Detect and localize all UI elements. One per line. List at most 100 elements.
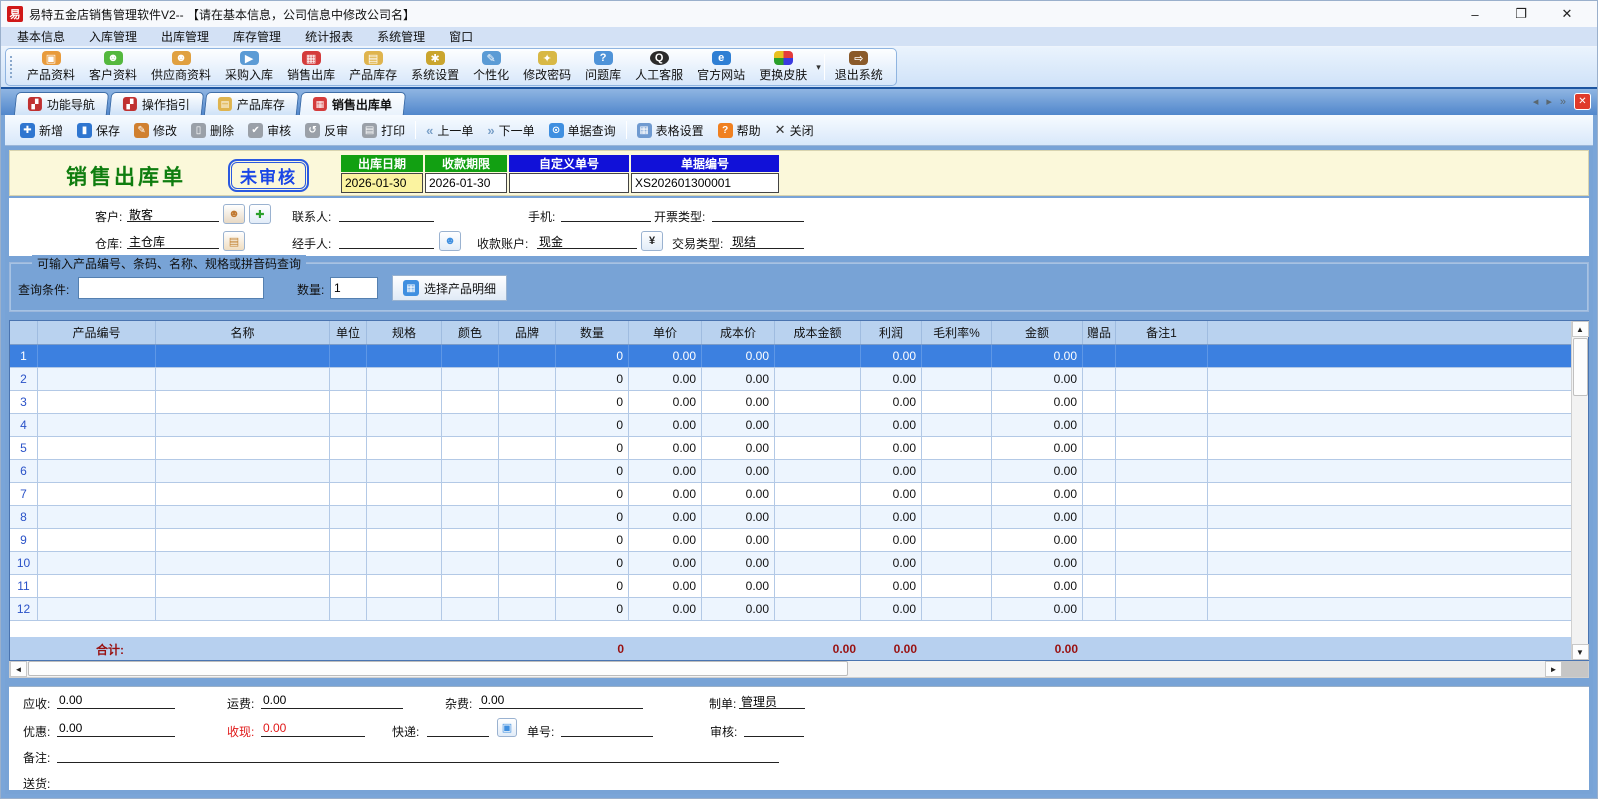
cell-filler[interactable] [1208, 345, 1571, 367]
cell-name[interactable] [156, 506, 330, 528]
cell-color[interactable] [442, 345, 499, 367]
cell-brand[interactable] [499, 598, 556, 620]
cell-unit[interactable] [330, 437, 367, 459]
add-button[interactable]: ✚ 新增 [13, 119, 70, 142]
cell-name[interactable] [156, 552, 330, 574]
table-row[interactable]: 5 0 0.00 0.00 0.00 0.00 [10, 437, 1571, 460]
search-doc-button[interactable]: ⊙ 单据查询 [542, 119, 623, 142]
cell-price[interactable]: 0.00 [629, 368, 702, 390]
cell-no[interactable]: 6 [10, 460, 38, 482]
cell-qty[interactable]: 0 [556, 437, 629, 459]
password-key-button[interactable]: ✦ 修改密码 [516, 50, 578, 84]
cell-margin[interactable] [922, 506, 992, 528]
close-doc-button[interactable]: ✕ 关闭 [768, 119, 821, 142]
cell-amount[interactable]: 0.00 [992, 368, 1083, 390]
column-header-amount[interactable]: 金额 [992, 321, 1083, 344]
tab-销售出库单[interactable]: ▦ 销售出库单 [298, 92, 407, 115]
cell-margin[interactable] [922, 437, 992, 459]
doc-header-value[interactable]: 2026-01-30 [341, 173, 423, 193]
cell-costamt[interactable] [775, 575, 861, 597]
column-header-profit[interactable]: 利润 [861, 321, 922, 344]
cell-cost[interactable]: 0.00 [702, 460, 775, 482]
warehouse-field[interactable]: 主仓库 [127, 233, 219, 249]
cell-costamt[interactable] [775, 598, 861, 620]
horizontal-scroll-track[interactable] [27, 661, 1545, 677]
cell-spec[interactable] [367, 391, 442, 413]
tracking-number-field[interactable] [561, 721, 653, 737]
tab-scroll-right-icon[interactable]: ▸ [1546, 95, 1552, 108]
cell-costamt[interactable] [775, 437, 861, 459]
cell-price[interactable]: 0.00 [629, 552, 702, 574]
express-picker-icon[interactable]: ▣ [497, 718, 517, 737]
cell-brand[interactable] [499, 483, 556, 505]
cell-cost[interactable]: 0.00 [702, 575, 775, 597]
cell-qty[interactable]: 0 [556, 345, 629, 367]
cell-price[interactable]: 0.00 [629, 414, 702, 436]
cell-qty[interactable]: 0 [556, 575, 629, 597]
next-doc-button[interactable]: » 下一单 [480, 119, 541, 142]
cell-note1[interactable] [1116, 345, 1208, 367]
cell-qty[interactable]: 0 [556, 391, 629, 413]
edit-button[interactable]: ✎ 修改 [127, 119, 184, 142]
cell-name[interactable] [156, 345, 330, 367]
cell-price[interactable]: 0.00 [629, 598, 702, 620]
column-header-qty[interactable]: 数量 [556, 321, 629, 344]
column-header-spec[interactable]: 规格 [367, 321, 442, 344]
toolbar-grip-icon[interactable] [10, 56, 16, 78]
cell-no[interactable]: 10 [10, 552, 38, 574]
tab-功能导航[interactable]: ▞ 功能导航 [13, 92, 110, 115]
menu-item-0[interactable]: 基本信息 [7, 26, 75, 47]
cell-code[interactable] [38, 598, 156, 620]
grid-settings-button[interactable]: ▦ 表格设置 [630, 119, 711, 142]
trade-type-field[interactable]: 现结 [730, 233, 804, 249]
cell-cost[interactable]: 0.00 [702, 391, 775, 413]
cell-unit[interactable] [330, 506, 367, 528]
cell-amount[interactable]: 0.00 [992, 460, 1083, 482]
cell-no[interactable]: 3 [10, 391, 38, 413]
cell-cost[interactable]: 0.00 [702, 598, 775, 620]
cell-costamt[interactable] [775, 345, 861, 367]
remark-field[interactable] [57, 747, 779, 763]
cell-no[interactable]: 1 [10, 345, 38, 367]
cell-costamt[interactable] [775, 483, 861, 505]
cell-cost[interactable]: 0.00 [702, 345, 775, 367]
cell-amount[interactable]: 0.00 [992, 414, 1083, 436]
pick-handler-icon[interactable]: ☻ [439, 231, 461, 251]
cell-gift[interactable] [1083, 391, 1116, 413]
cell-color[interactable] [442, 575, 499, 597]
cell-code[interactable] [38, 437, 156, 459]
cell-margin[interactable] [922, 345, 992, 367]
receivable-field[interactable]: 0.00 [57, 693, 175, 709]
cell-code[interactable] [38, 414, 156, 436]
scroll-right-icon[interactable]: ► [1545, 661, 1562, 677]
cell-costamt[interactable] [775, 368, 861, 390]
cell-note1[interactable] [1116, 483, 1208, 505]
cell-unit[interactable] [330, 552, 367, 574]
query-condition-input[interactable] [78, 277, 264, 299]
cell-brand[interactable] [499, 460, 556, 482]
table-row[interactable]: 8 0 0.00 0.00 0.00 0.00 [10, 506, 1571, 529]
doc-header-value[interactable]: 2026-01-30 [425, 173, 507, 193]
cell-gift[interactable] [1083, 552, 1116, 574]
cell-code[interactable] [38, 368, 156, 390]
cell-profit[interactable]: 0.00 [861, 460, 922, 482]
cell-amount[interactable]: 0.00 [992, 529, 1083, 551]
menu-item-5[interactable]: 系统管理 [367, 26, 435, 47]
cell-gift[interactable] [1083, 529, 1116, 551]
audit-button[interactable]: ✔ 审核 [241, 119, 298, 142]
column-header-cost[interactable]: 成本价 [702, 321, 775, 344]
cell-margin[interactable] [922, 575, 992, 597]
cell-spec[interactable] [367, 414, 442, 436]
cell-code[interactable] [38, 575, 156, 597]
save-button[interactable]: ▮ 保存 [70, 119, 127, 142]
cell-unit[interactable] [330, 391, 367, 413]
cell-note1[interactable] [1116, 368, 1208, 390]
help-button[interactable]: ? 帮助 [711, 119, 768, 142]
column-header-color[interactable]: 颜色 [442, 321, 499, 344]
cell-code[interactable] [38, 345, 156, 367]
cell-note1[interactable] [1116, 506, 1208, 528]
cell-filler[interactable] [1208, 368, 1571, 390]
cell-color[interactable] [442, 506, 499, 528]
minimize-icon[interactable]: – [1465, 4, 1485, 24]
delete-button[interactable]: ▯ 删除 [184, 119, 241, 142]
